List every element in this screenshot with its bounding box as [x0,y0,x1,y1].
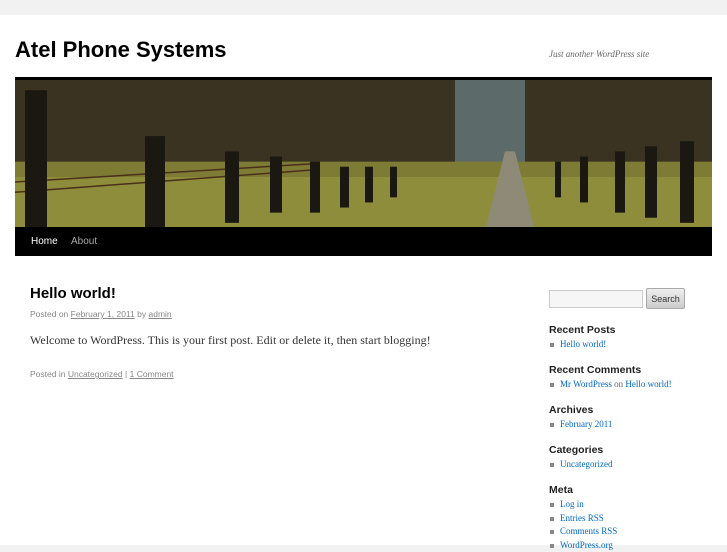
meta-prefix: Posted on [30,309,68,319]
widget-categories: Categories Uncategorized [549,444,612,472]
post-comments-link[interactable]: 1 Comment [130,369,174,379]
widget-title: Meta [549,484,617,496]
nav-home[interactable]: Home [31,236,58,247]
widget-title: Recent Comments [549,364,672,376]
widget-recent-comments: Recent Comments Mr WordPress on Hello wo… [549,364,672,392]
nav-about[interactable]: About [71,236,97,247]
widget-recent-posts: Recent Posts Hello world! [549,324,616,352]
post-meta: Posted on February 1, 2011 by admin [30,309,172,319]
recent-post-link[interactable]: Hello world! [560,339,606,349]
widget-meta: Meta Log in Entries RSS Comments RSS Wor… [549,484,617,552]
site-description: Just another WordPress site [549,49,649,59]
widget-title: Categories [549,444,612,456]
archive-link[interactable]: February 2011 [560,419,612,429]
list-item: Entries RSS [549,512,617,526]
widget-title: Recent Posts [549,324,616,336]
list-item: Hello world! [549,338,616,352]
header-image [15,77,712,231]
widget-title: Archives [549,404,612,416]
list-item: Mr WordPress on Hello world! [549,378,672,392]
header-image-art [15,80,712,231]
list-item: February 2011 [549,418,612,432]
post-title[interactable]: Hello world! [30,285,116,302]
search-input[interactable] [549,290,643,308]
comment-post-link[interactable]: Hello world! [625,379,671,389]
list-item: Uncategorized [549,458,612,472]
post-category-link[interactable]: Uncategorized [68,369,123,379]
list-item: Comments RSS [549,525,617,539]
utility-prefix: Posted in [30,369,65,379]
site-title[interactable]: Atel Phone Systems [15,37,227,63]
page-wrapper: Atel Phone Systems Just another WordPres… [0,15,727,545]
meta-entries-rss-link[interactable]: Entries RSS [560,513,604,523]
post-utility: Posted in Uncategorized | 1 Comment [30,369,174,379]
utility-separator: | [125,369,127,379]
post-content: Welcome to WordPress. This is your first… [30,333,431,348]
category-link[interactable]: Uncategorized [560,459,612,469]
search-button[interactable]: Search [646,288,685,309]
post-date-link[interactable]: February 1, 2011 [71,309,135,319]
list-item: Log in [549,498,617,512]
post-author-link[interactable]: admin [149,309,172,319]
comment-on: on [614,379,623,389]
meta-comments-rss-link[interactable]: Comments RSS [560,526,617,536]
meta-by: by [137,309,146,319]
list-item: WordPress.org [549,539,617,552]
widget-archives: Archives February 2011 [549,404,612,432]
main-navigation: Home About [15,227,712,256]
comment-author-link[interactable]: Mr WordPress [560,379,612,389]
meta-login-link[interactable]: Log in [560,499,584,509]
